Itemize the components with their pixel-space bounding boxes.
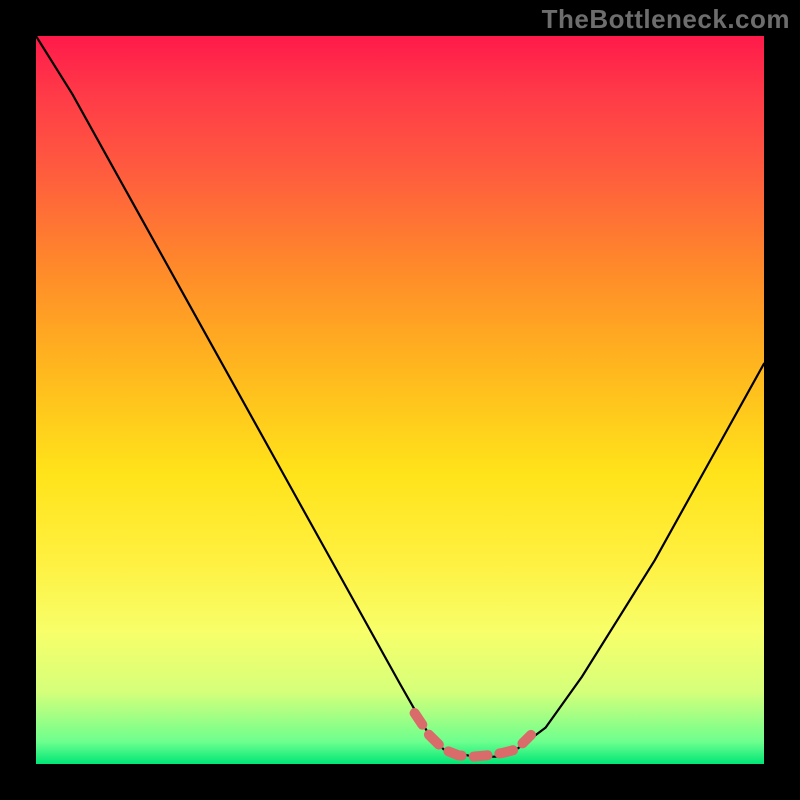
watermark-text: TheBottleneck.com — [542, 4, 790, 35]
chart-svg — [36, 36, 764, 764]
curve-line — [36, 36, 764, 757]
plot-area — [36, 36, 764, 764]
valley-highlight-line — [415, 713, 531, 757]
chart-frame: TheBottleneck.com — [0, 0, 800, 800]
